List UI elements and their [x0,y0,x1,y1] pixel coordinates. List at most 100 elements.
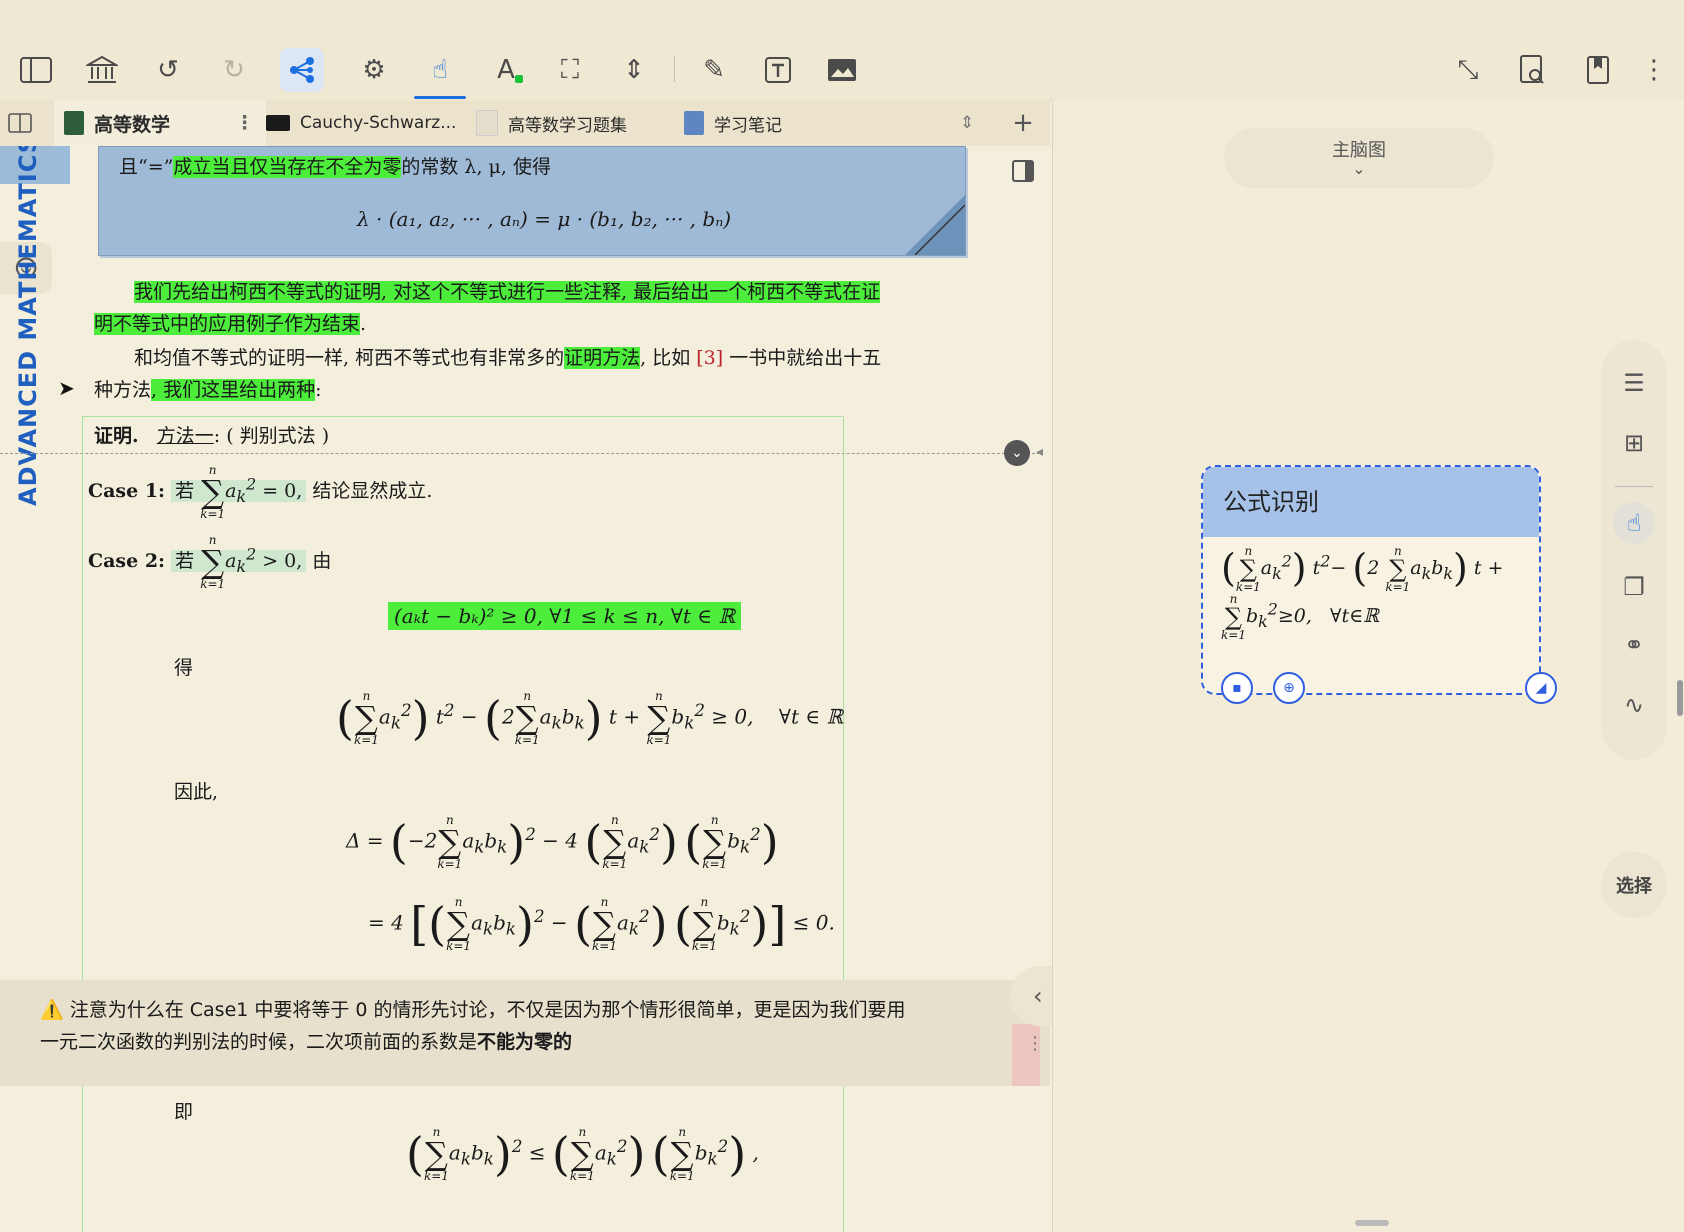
pointer-hand-icon[interactable]: ☝ [1613,502,1655,544]
text-box-icon[interactable] [756,48,800,92]
link-nodes-icon[interactable]: ⊕ [1273,672,1305,704]
comment-icon[interactable]: ▪ [1221,672,1253,704]
card-title: 公式识别 [1203,467,1539,537]
chevron-down-icon[interactable]: ⌄ [1004,440,1030,466]
book-icon [64,111,84,135]
case2-condition[interactable]: 若 n ∑ k=1 ak2 > 0, [171,534,307,590]
case-label: Case 1: [88,480,166,502]
prev-page-icon[interactable]: ‹ [1033,982,1043,1010]
sidebar-toggle-icon[interactable] [14,48,58,92]
citation-link[interactable]: [3] [696,347,723,369]
bookmark-icon[interactable] [1576,48,1620,92]
page-curl-icon [905,195,965,255]
method-label[interactable]: 方法一 [157,425,214,447]
sum-symbol: n ∑ k=1 [423,1125,449,1183]
paragraph-intro: 我们先给出柯西不等式的证明, 对这个不等式进行一些注释, 最后给出一个柯西不等式… [94,276,964,340]
case-label: Case 2: [88,550,166,572]
link-icon[interactable]: ⚭ [1613,624,1655,666]
pointer-hand-icon[interactable]: ☝ [418,48,462,92]
search-document-icon[interactable] [1510,48,1554,92]
bottom-handle[interactable] [1355,1220,1389,1226]
text-fragment: 一书中就给出十五 [723,347,882,369]
sum-symbol: n ∑ k=1 [1235,544,1261,594]
sidebar-panel-icon[interactable] [1012,160,1034,182]
right-tool-rail: ☰ ⊞ ☝ ❐ ⚭ ∿ [1601,340,1667,760]
tab-notes[interactable]: 学习笔记 [684,100,884,146]
pencil-icon[interactable]: ✎ [692,48,736,92]
layout-icon[interactable]: ⊞ [1613,422,1655,464]
split-view-icon[interactable] [0,100,40,146]
redo-icon[interactable]: ↻ [212,48,256,92]
mindmap-pane[interactable]: 主脑图 ⌄ 公式识别 (n ∑ k=1 ak2) t2− (2 n ∑ k=1 akbk) … [1052,100,1684,1232]
text-color-icon[interactable]: A [484,48,528,92]
toolbar-divider [674,56,675,82]
text-fragment: : ( 判别式法 ) [213,425,330,447]
text-fragment: . [360,313,367,335]
bold-text: 不能为零的 [477,1031,573,1053]
highlight[interactable]: 我们先给出柯西不等式的证明, 对这个不等式进行一些注释, 最后给出一个柯西不等式… [134,281,881,303]
text-fragment: 一元二次函数的判别法的时候，二次项前面的系数是 [40,1031,478,1053]
text-therefore: 因此, [174,781,219,803]
case1-line: Case 1: 若 n ∑ k=1 ak2 = 0, 结论显然成立. [88,464,432,520]
add-tab-button[interactable]: + [1008,100,1038,146]
book-icon [476,110,498,136]
theorem-line: 且“=”成立当且仅当存在不全为零的常数 λ, μ, 使得 [119,151,939,183]
sum-symbol: n ∑ k=1 [200,463,226,521]
library-icon[interactable] [80,48,124,92]
text-fragment: 注意为什么在 Case1 中要将等于 0 的情形先讨论，不仅是因为那个情形很简单… [69,999,906,1021]
mindmap-label: 主脑图 [1332,140,1386,161]
warning-icon: ⚠️ [40,999,64,1021]
sum-symbol: n ∑ k=1 [669,1125,695,1183]
mindmap-share-icon[interactable] [280,48,324,92]
highlight[interactable]: 明不等式中的应用例子作为结束 [94,313,361,335]
theorem-formula: λ · (a₁, a₂, ··· , aₙ) = μ · (b₁, b₂, ··… [357,207,732,231]
resize-corner-icon[interactable]: ◢ [1525,672,1557,704]
equation-cauchy: (n ∑ k=1 akbk)2 ≤ (n ∑ k=1 ak2) (n ∑ k=1 bk2) , [406,1125,759,1183]
resize-icon[interactable]: ⇕ [612,48,656,92]
formula-card[interactable]: 公式识别 (n ∑ k=1 ak2) t2− (2 n ∑ k=1 akbk) t + n ∑… [1201,465,1557,704]
arrow-left-icon: ◂ [1036,444,1044,460]
note-banner[interactable]: ⚠️ 注意为什么在 Case1 中要将等于 0 的情形先讨论，不仅是因为那个情形… [0,980,1050,1086]
tab-cauchy-schwarz[interactable]: Cauchy-Schwarz... [266,100,466,146]
text-fragment: > 0, [262,550,303,572]
copy-icon[interactable]: ❐ [1613,566,1655,608]
scrollbar-thumb[interactable] [1677,680,1683,716]
tab-exercises[interactable]: 高等数学习题集 [476,100,676,146]
text-fragment: 由 [312,550,332,572]
sum-symbol: n ∑ k=1 [702,813,728,871]
image-icon[interactable] [820,48,864,92]
case2-line: Case 2: 若 n ∑ k=1 ak2 > 0, 由 [88,534,331,590]
more-menu-icon[interactable]: ⋮ [1632,48,1676,92]
crop-frame-icon[interactable]: ⛶ [548,48,592,92]
sum-symbol: n ∑ k=1 [592,895,617,953]
undo-icon[interactable]: ↺ [146,48,190,92]
tab-sort-icon[interactable]: ⇕ [952,100,982,146]
cursor-icon: ➤ [58,376,75,400]
case1-condition[interactable]: 若 n ∑ k=1 ak2 = 0, [171,464,307,520]
mindmap-selector[interactable]: 主脑图 ⌄ [1224,128,1494,188]
text-fragment: 和均值不等式的证明一样, 柯西不等式也有非常多的 [134,347,565,369]
equation-green[interactable]: (aₖt − bₖ)² ≥ 0, ∀1 ≤ k ≤ n, ∀t ∈ ℝ [388,602,742,630]
proof-box-top [82,416,842,417]
list-icon[interactable]: ☰ [1613,362,1655,404]
proof-heading: 证明. 方法一: ( 判别式法 ) [94,420,329,452]
more-dots-icon[interactable]: ⋮ [1026,1028,1044,1060]
highlight[interactable]: 证明方法 [564,347,641,369]
book-icon [266,115,290,131]
text-fragment: 若 [175,480,195,502]
collapse-icon[interactable]: ⤡ [1446,48,1490,92]
text-fragment: = 0, [262,480,303,502]
book-icon [684,111,704,135]
select-button[interactable]: 选择 [1601,852,1667,918]
text-ji: 即 [174,1101,194,1123]
highlight[interactable]: , 我们这里给出两种 [151,379,316,401]
paragraph-methods: 和均值不等式的证明一样, 柯西不等式也有非常多的证明方法, 比如 [3] 一书中… [94,342,964,406]
sum-symbol: n ∑ k=1 [446,895,472,953]
tab-advanced-math[interactable]: 高等数学 ⋮ [54,100,266,146]
settings-gear-icon[interactable]: ⚙ [352,48,396,92]
chevron-down-icon: ⌄ [1352,159,1366,178]
freehand-icon[interactable]: ∿ [1613,684,1655,726]
tab-menu-icon[interactable]: ⋮ [235,112,254,134]
highlight[interactable]: 成立当且仅当存在不全为零 [173,156,402,178]
proof-label: 证明. [94,425,139,447]
